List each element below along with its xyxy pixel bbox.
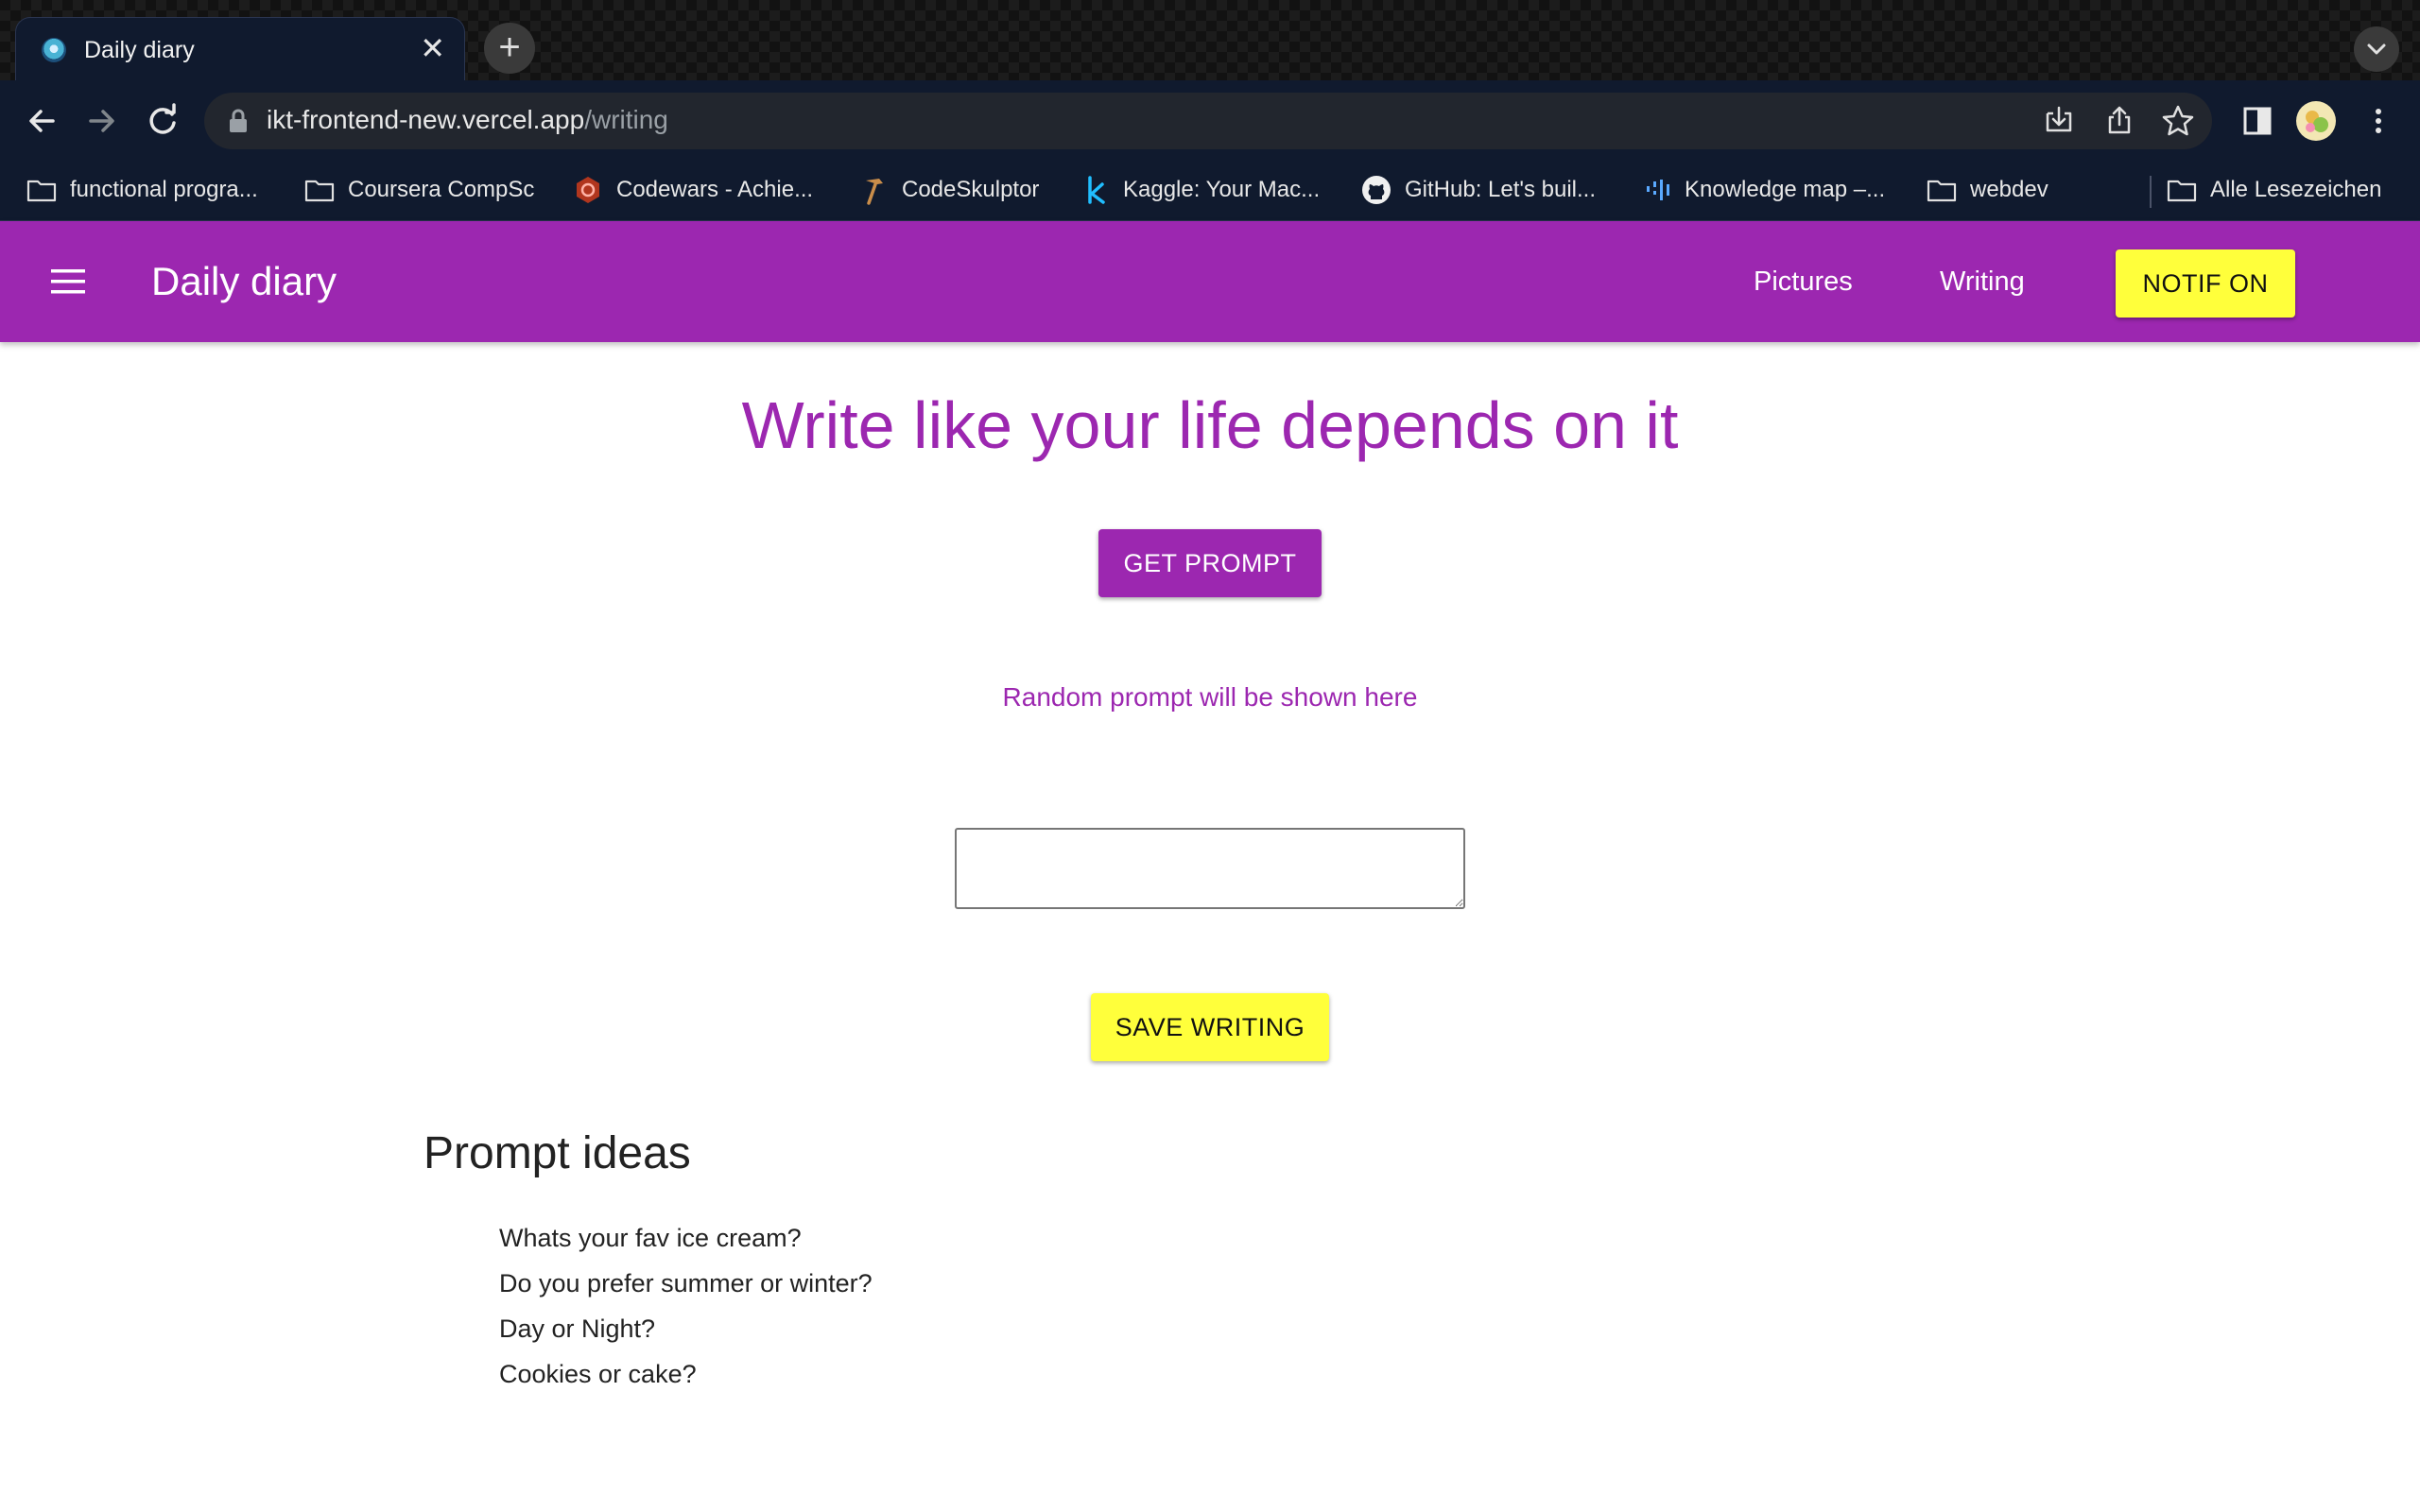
random-prompt-text: Random prompt will be shown here [1002,682,1418,712]
list-item: Whats your fav ice cream? [499,1224,802,1252]
folder-icon [1927,180,1957,202]
prompt-ideas-title: Prompt ideas [424,1128,691,1178]
save-writing-button[interactable]: SAVE WRITING [1091,993,1329,1061]
more-options-icon[interactable] [2358,100,2399,142]
profile-avatar[interactable] [2295,100,2337,142]
address-bar[interactable]: ikt-frontend-new.vercel.app/writing [204,93,2212,149]
url-text: ikt-frontend-new.vercel.app/writing [267,105,668,134]
github-icon [1362,176,1391,204]
bookmark-coursera[interactable]: Coursera CompSc [304,173,534,207]
get-prompt-button[interactable]: GET PROMPT [1098,529,1322,597]
app-bar: Daily diary Pictures Writing NOTIF ON [0,221,2420,342]
knowledge-map-icon [1647,180,1669,200]
forward-icon[interactable] [81,100,123,142]
prompt-ideas-list: Whats your fav ice cream? Do you prefer … [499,1219,873,1400]
bookmark-codeskulptor[interactable]: CodeSkulptor [860,173,1039,207]
list-item: Cookies or cake? [499,1360,697,1388]
chevron-down-icon [2367,43,2386,55]
browser-tab-active[interactable]: Daily diary ✕ [15,17,465,80]
bookmark-knowledge-map[interactable]: Knowledge map –... [1643,173,1885,207]
all-bookmarks-button[interactable]: Alle Lesezeichen [2167,173,2381,207]
writing-textarea[interactable] [955,828,1465,909]
folder-icon [26,180,57,202]
bookmark-kaggle[interactable]: Kaggle: Your Mac... [1083,173,1320,207]
new-tab-button[interactable]: + [484,23,535,74]
reload-icon[interactable] [142,100,183,142]
notif-toggle-button[interactable]: NOTIF ON [2116,249,2295,318]
bookmarks-bar: functional progra... Coursera CompSc Cod… [0,161,2420,221]
tab-search-button[interactable] [2354,26,2399,72]
nav-link-writing[interactable]: Writing [1940,266,2025,298]
tab-title: Daily diary [84,37,195,63]
app-title: Daily diary [151,259,337,303]
share-icon[interactable] [2099,100,2140,142]
bookmark-star-icon[interactable] [2157,100,2199,142]
codewars-icon [577,177,599,203]
page-heading: Write like your life depends on it [741,388,1679,462]
hamburger-menu-icon[interactable] [49,265,87,299]
side-panel-icon[interactable] [2237,100,2278,142]
bookmark-codewars[interactable]: Codewars - Achie... [573,173,813,207]
list-item: Do you prefer summer or winter? [499,1269,873,1297]
list-item: Day or Night? [499,1314,656,1343]
back-icon[interactable] [21,100,62,142]
lock-icon[interactable] [227,108,250,134]
browser-toolbar: ikt-frontend-new.vercel.app/writing [0,80,2420,161]
app-favicon-icon [42,38,66,62]
hammer-icon [866,179,883,205]
nav-link-pictures[interactable]: Pictures [1754,266,1853,298]
bookmark-functional-programming[interactable]: functional progra... [26,173,258,207]
bookmark-github[interactable]: GitHub: Let's buil... [1361,173,1596,207]
kaggle-icon [1088,176,1105,204]
folder-icon [2167,180,2197,202]
browser-tab-strip: Daily diary ✕ + [0,0,2420,80]
bookmark-webdev[interactable]: webdev [1927,173,2048,207]
close-tab-icon[interactable]: ✕ [420,31,445,65]
bookmarks-separator [2150,176,2152,208]
install-app-icon[interactable] [2038,100,2080,142]
folder-icon [304,180,335,202]
